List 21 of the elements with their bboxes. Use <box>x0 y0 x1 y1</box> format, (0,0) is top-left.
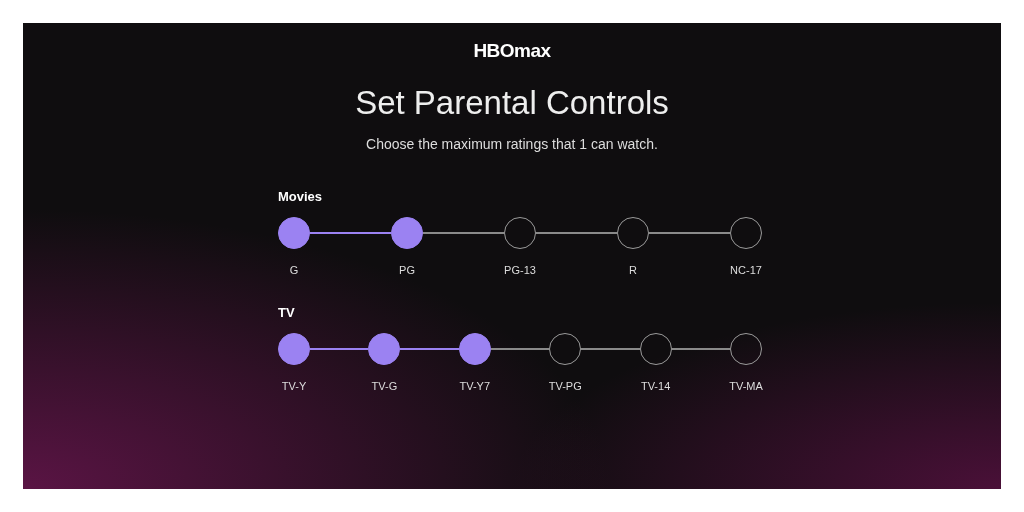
rating-node[interactable] <box>368 333 401 365</box>
rating-label: PG-13 <box>504 263 536 277</box>
rating-label: NC-17 <box>730 263 762 277</box>
category-label: Movies <box>278 189 324 205</box>
rating-label: TV-Y7 <box>459 379 491 393</box>
rating-node[interactable] <box>458 333 491 365</box>
rating-label: PG <box>399 263 415 277</box>
logo: HBOmax <box>472 39 552 63</box>
page-title: Set Parental Controls <box>354 83 670 123</box>
rating-node[interactable] <box>278 333 310 365</box>
rating-label: G <box>289 263 299 277</box>
rating-label: TV-PG <box>548 379 582 393</box>
rating-node[interactable] <box>391 217 423 249</box>
rating-label: TV-Y <box>281 379 307 393</box>
subtitle: Choose the maximum ratings that 1 can watch. <box>365 135 659 153</box>
rating-node[interactable] <box>278 217 310 249</box>
rating-label: TV-G <box>371 379 398 393</box>
rating-label: TV-MA <box>729 379 763 393</box>
rating-label: TV-14 <box>640 379 671 393</box>
rating-label: R <box>629 263 637 277</box>
category-label: TV <box>278 305 296 321</box>
